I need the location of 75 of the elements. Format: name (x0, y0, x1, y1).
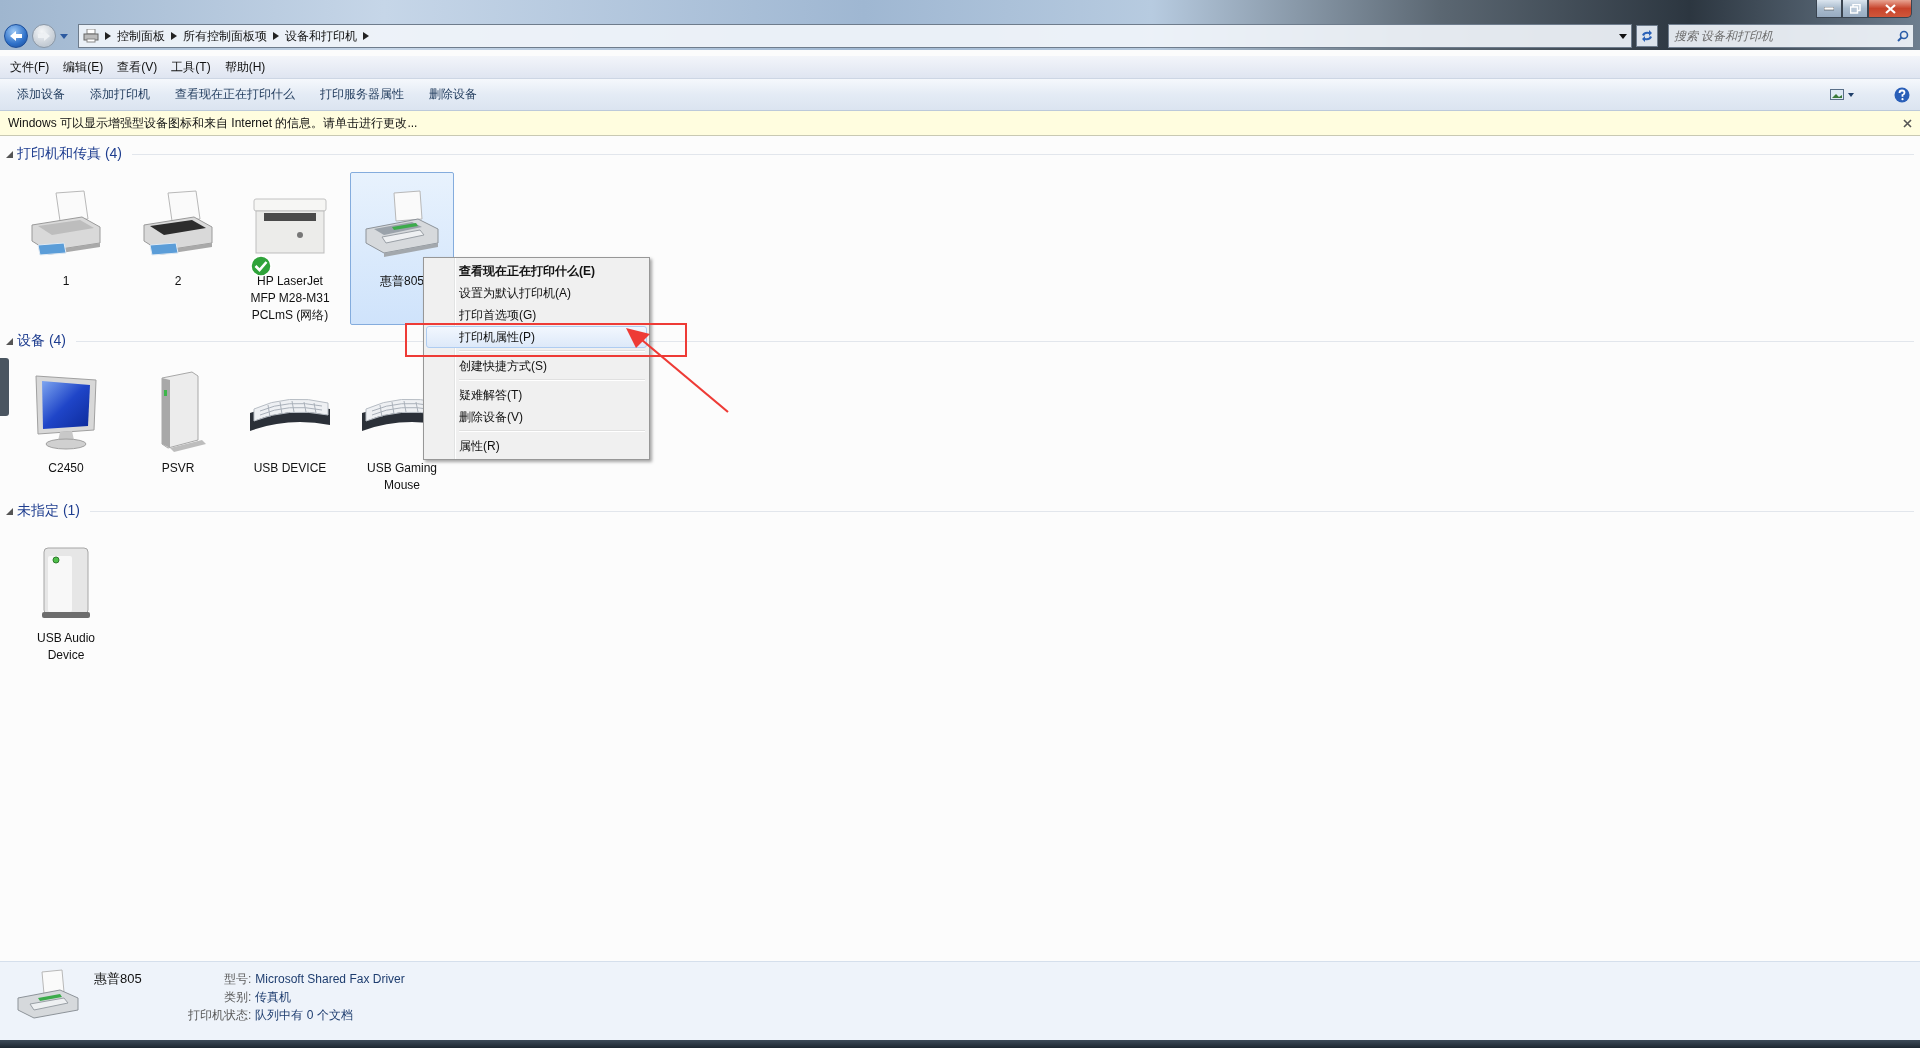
context-menu-item[interactable]: 创建快捷方式(S) (426, 355, 647, 377)
group-heading[interactable]: 设备 (4) (17, 332, 66, 350)
collapse-arrow-icon[interactable] (6, 150, 13, 158)
device-label: PSVR (161, 460, 195, 477)
search-icon (1897, 30, 1909, 42)
view-icon (1830, 88, 1856, 101)
restore-icon (1849, 3, 1861, 14)
collapse-arrow-icon[interactable] (6, 507, 13, 515)
search-field[interactable]: 搜索 设备和打印机 (1668, 24, 1914, 48)
menu-item[interactable]: 编辑(E) (56, 56, 111, 78)
detail-label: 型号: (223, 971, 252, 987)
detail-value: Microsoft Shared Fax Driver (255, 971, 405, 987)
context-menu-item[interactable]: 疑难解答(T) (426, 384, 647, 406)
menu-item[interactable]: 工具(T) (164, 56, 218, 78)
close-icon[interactable] (1903, 118, 1912, 128)
menu-item[interactable]: 查看(V) (110, 56, 165, 78)
info-bar[interactable]: Windows 可以显示增强型设备图标和来自 Internet 的信息。请单击进行更改... (0, 111, 1920, 136)
device-tile[interactable]: HP LaserJet MFP M28-M31 PCLmS (网络) (238, 172, 342, 325)
printer-icon (83, 29, 99, 43)
device-label: HP LaserJet MFP M28-M31 PCLmS (网络) (249, 273, 331, 324)
toolbar-button[interactable]: 查看现在正在打印什么 (164, 82, 306, 107)
address-bar[interactable]: 控制面板 所有控制面板项 设备和打印机 (78, 24, 1632, 48)
detail-value: 传真机 (255, 989, 293, 1005)
device-label: USB Audio Device (35, 630, 96, 664)
menu-item[interactable]: 帮助(H) (217, 56, 273, 78)
toolbar-button[interactable]: 打印服务器属性 (309, 82, 415, 107)
device-label: C2450 (48, 460, 84, 477)
minimize-icon (1824, 6, 1834, 11)
group-heading[interactable]: 未指定 (1) (17, 502, 80, 520)
device-tile[interactable]: 2 (126, 172, 230, 325)
info-bar-text[interactable]: Windows 可以显示增强型设备图标和来自 Internet 的信息。请单击进行更改... (8, 114, 1903, 132)
device-tile[interactable]: USB DEVICE (238, 359, 342, 495)
dropdown-caret-icon[interactable] (1619, 33, 1627, 39)
collapse-arrow-icon[interactable] (6, 337, 13, 345)
help-icon (1894, 86, 1910, 103)
back-button[interactable] (4, 24, 28, 48)
fax-icon (16, 968, 80, 1020)
close-button[interactable] (1868, 0, 1912, 18)
device-tile[interactable]: USB Audio Device (14, 529, 118, 665)
toolbar-button[interactable]: 删除设备 (418, 82, 488, 107)
breadcrumb-arrow-icon (105, 32, 111, 40)
toolbar-button[interactable]: 添加设备 (6, 82, 76, 107)
group-heading[interactable]: 打印机和传真 (4) (17, 145, 122, 163)
breadcrumb-link[interactable]: 设备和打印机 (285, 27, 357, 45)
detail-label: 类别: (223, 989, 252, 1005)
back-arrow-icon (9, 30, 23, 42)
context-menu-item[interactable]: 删除设备(V) (426, 406, 647, 428)
restore-button[interactable] (1842, 0, 1868, 18)
breadcrumb-arrow-icon (363, 32, 369, 40)
breadcrumb-link[interactable]: 控制面板 (117, 27, 165, 45)
detail-label: 打印机状态: (188, 1007, 252, 1023)
device-tile[interactable]: C2450 (14, 359, 118, 495)
device-tile[interactable]: PSVR (126, 359, 230, 495)
refresh-button[interactable] (1636, 25, 1658, 47)
toolbar-button[interactable]: 添加打印机 (79, 82, 161, 107)
minimize-button[interactable] (1816, 0, 1842, 18)
forward-arrow-icon (37, 30, 51, 42)
breadcrumb-arrow-icon (171, 32, 177, 40)
device-label: 2 (174, 273, 182, 290)
context-menu-item[interactable]: 打印机属性(P) (426, 326, 647, 348)
breadcrumb-link[interactable]: 所有控制面板项 (183, 27, 267, 45)
device-tile[interactable]: 1 (14, 172, 118, 325)
close-icon (1884, 3, 1896, 14)
context-menu-item[interactable]: 属性(R) (426, 435, 647, 457)
history-caret-icon[interactable] (60, 33, 68, 39)
device-label: USB Gaming Mouse (366, 460, 438, 494)
device-label: USB DEVICE (253, 460, 327, 477)
detail-value: 队列中有 0 个文档 (255, 1007, 354, 1023)
device-label: 惠普805 (380, 273, 424, 290)
menu-item[interactable]: 文件(F) (3, 56, 57, 78)
side-gadget (0, 358, 9, 416)
device-label: 1 (62, 273, 70, 290)
device-name: 惠普805 (94, 970, 143, 988)
refresh-icon (1640, 30, 1654, 42)
breadcrumb-arrow-icon (273, 32, 279, 40)
